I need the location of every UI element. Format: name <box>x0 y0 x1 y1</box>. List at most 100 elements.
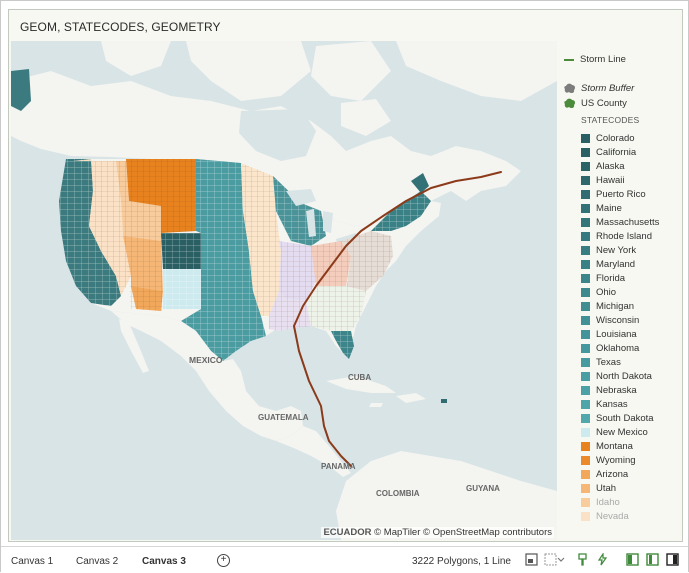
legend-state-item[interactable]: South Dakota <box>581 411 679 425</box>
label-mexico: MEXICO <box>189 355 223 365</box>
legend-state-item[interactable]: Ohio <box>581 285 679 299</box>
legend-state-label: Arizona <box>596 468 629 480</box>
label-guatemala: GUATEMALA <box>258 413 309 422</box>
legend-state-item[interactable]: Idaho <box>581 495 679 509</box>
chevron-down-icon[interactable] <box>557 553 565 566</box>
legend-state-label: Texas <box>596 356 621 368</box>
state-swatch-icon <box>581 441 590 451</box>
legend-state-label: Michigan <box>596 300 635 312</box>
legend-storm-buffer[interactable]: Storm Buffer <box>564 83 679 94</box>
legend-state-item[interactable]: New Mexico <box>581 425 679 439</box>
legend-state-item[interactable]: Florida <box>581 271 679 285</box>
legend-state-item[interactable]: Montana <box>581 439 679 453</box>
state-swatch-icon <box>581 469 590 479</box>
state-swatch-icon <box>581 273 590 283</box>
legend-state-label: Colorado <box>596 132 635 144</box>
legend-state-label: Maine <box>596 202 622 214</box>
legend-state-item[interactable]: Maine <box>581 201 679 215</box>
legend-state-item[interactable]: Alaska <box>581 159 679 173</box>
storm-buffer-icon <box>564 83 576 94</box>
brush-icon[interactable] <box>576 553 589 566</box>
label-cuba: CUBA <box>348 373 371 382</box>
legend-state-item[interactable]: Texas <box>581 355 679 369</box>
state-swatch-icon <box>581 413 590 423</box>
label-guyana: GUYANA <box>466 484 500 493</box>
legend-state-item[interactable]: Michigan <box>581 299 679 313</box>
map-canvas[interactable]: MEXICO CUBA GUATEMALA PANAMA COLOMBIA GU… <box>11 41 557 540</box>
status-count: 3222 Polygons, 1 Line <box>412 556 511 567</box>
state-swatch-icon <box>581 399 590 409</box>
state-swatch-icon <box>581 511 590 521</box>
grid-icon[interactable] <box>544 553 557 566</box>
legend-state-item[interactable]: Louisiana <box>581 327 679 341</box>
state-swatch-icon <box>581 245 590 255</box>
state-swatch-icon <box>581 147 590 157</box>
add-canvas-icon[interactable]: + <box>217 554 230 567</box>
legend-state-label: Wisconsin <box>596 314 640 326</box>
legend-state-label: Montana <box>596 440 633 452</box>
state-swatch-icon <box>581 259 590 269</box>
legend-state-item[interactable]: Arizona <box>581 467 679 481</box>
canvas-tab-bar: Canvas 1 Canvas 2 Canvas 3 + 3222 Polygo… <box>1 546 688 573</box>
state-swatch-icon <box>581 301 590 311</box>
legend-state-label: South Dakota <box>596 412 654 424</box>
legend-state-label: Alaska <box>596 160 625 172</box>
legend-state-label: Maryland <box>596 258 636 270</box>
legend-state-label: New Mexico <box>596 426 648 438</box>
legend-state-label: Nevada <box>596 510 629 522</box>
legend-state-item[interactable]: North Dakota <box>581 369 679 383</box>
state-swatch-icon <box>581 133 590 143</box>
state-swatch-icon <box>581 217 590 227</box>
attribution-credits[interactable]: © MapTiler © OpenStreetMap contributors <box>374 527 552 538</box>
state-swatch-icon <box>581 455 590 465</box>
legend-state-item[interactable]: Nevada <box>581 509 679 523</box>
legend-state-item[interactable]: Colorado <box>581 131 679 145</box>
legend-state-label: New York <box>596 244 637 256</box>
legend-state-item[interactable]: Oklahoma <box>581 341 679 355</box>
state-swatch-icon <box>581 343 590 353</box>
tab-canvas-1[interactable]: Canvas 1 <box>11 556 53 567</box>
legend-state-item[interactable]: Puerto Rico <box>581 187 679 201</box>
legend-state-item[interactable]: Nebraska <box>581 383 679 397</box>
legend-state-label: Oklahoma <box>596 342 640 354</box>
layout-icon[interactable] <box>525 553 538 566</box>
state-swatch-icon <box>581 329 590 339</box>
legend-storm-line[interactable]: Storm Line <box>564 54 679 65</box>
legend-state-item[interactable]: Wyoming <box>581 453 679 467</box>
legend-us-county[interactable]: US County <box>564 98 679 109</box>
map-legend: Storm Line Storm Buffer US County STATEC… <box>564 48 679 538</box>
legend-state-label: North Dakota <box>596 370 652 382</box>
center-panel-icon[interactable] <box>646 553 659 566</box>
state-swatch-icon <box>581 483 590 493</box>
puerto-rico <box>441 399 447 403</box>
tab-canvas-3[interactable]: Canvas 3 <box>142 556 186 567</box>
legend-statecodes-title: STATECODES <box>581 115 640 125</box>
legend-state-item[interactable]: Utah <box>581 481 679 495</box>
state-swatch-icon <box>581 203 590 213</box>
right-panel-icon[interactable] <box>666 553 679 566</box>
tab-canvas-2[interactable]: Canvas 2 <box>76 556 118 567</box>
legend-state-item[interactable]: Maryland <box>581 257 679 271</box>
left-panel-icon[interactable] <box>626 553 639 566</box>
state-swatch-icon <box>581 231 590 241</box>
state-swatch-icon <box>581 175 590 185</box>
legend-state-item[interactable]: Massachusetts <box>581 215 679 229</box>
legend-state-label: California <box>596 146 637 158</box>
legend-state-label: Utah <box>596 482 617 494</box>
legend-state-item[interactable]: California <box>581 145 679 159</box>
state-swatch-icon <box>581 357 590 367</box>
legend-state-item[interactable]: Rhode Island <box>581 229 679 243</box>
legend-state-item[interactable]: Kansas <box>581 397 679 411</box>
map-view[interactable]: MEXICO CUBA GUATEMALA PANAMA COLOMBIA GU… <box>11 41 557 540</box>
label-ecuador: ECUADOR <box>323 527 372 538</box>
legend-storm-line-label: Storm Line <box>580 54 626 65</box>
state-swatch-icon <box>581 427 590 437</box>
legend-state-item[interactable]: Hawaii <box>581 173 679 187</box>
lightning-icon[interactable] <box>596 553 609 566</box>
legend-storm-buffer-label: Storm Buffer <box>581 83 635 94</box>
legend-state-item[interactable]: New York <box>581 243 679 257</box>
legend-state-label: Puerto Rico <box>596 188 646 200</box>
state-swatch-icon <box>581 189 590 199</box>
legend-state-item[interactable]: Wisconsin <box>581 313 679 327</box>
legend-state-label: Idaho <box>596 496 620 508</box>
